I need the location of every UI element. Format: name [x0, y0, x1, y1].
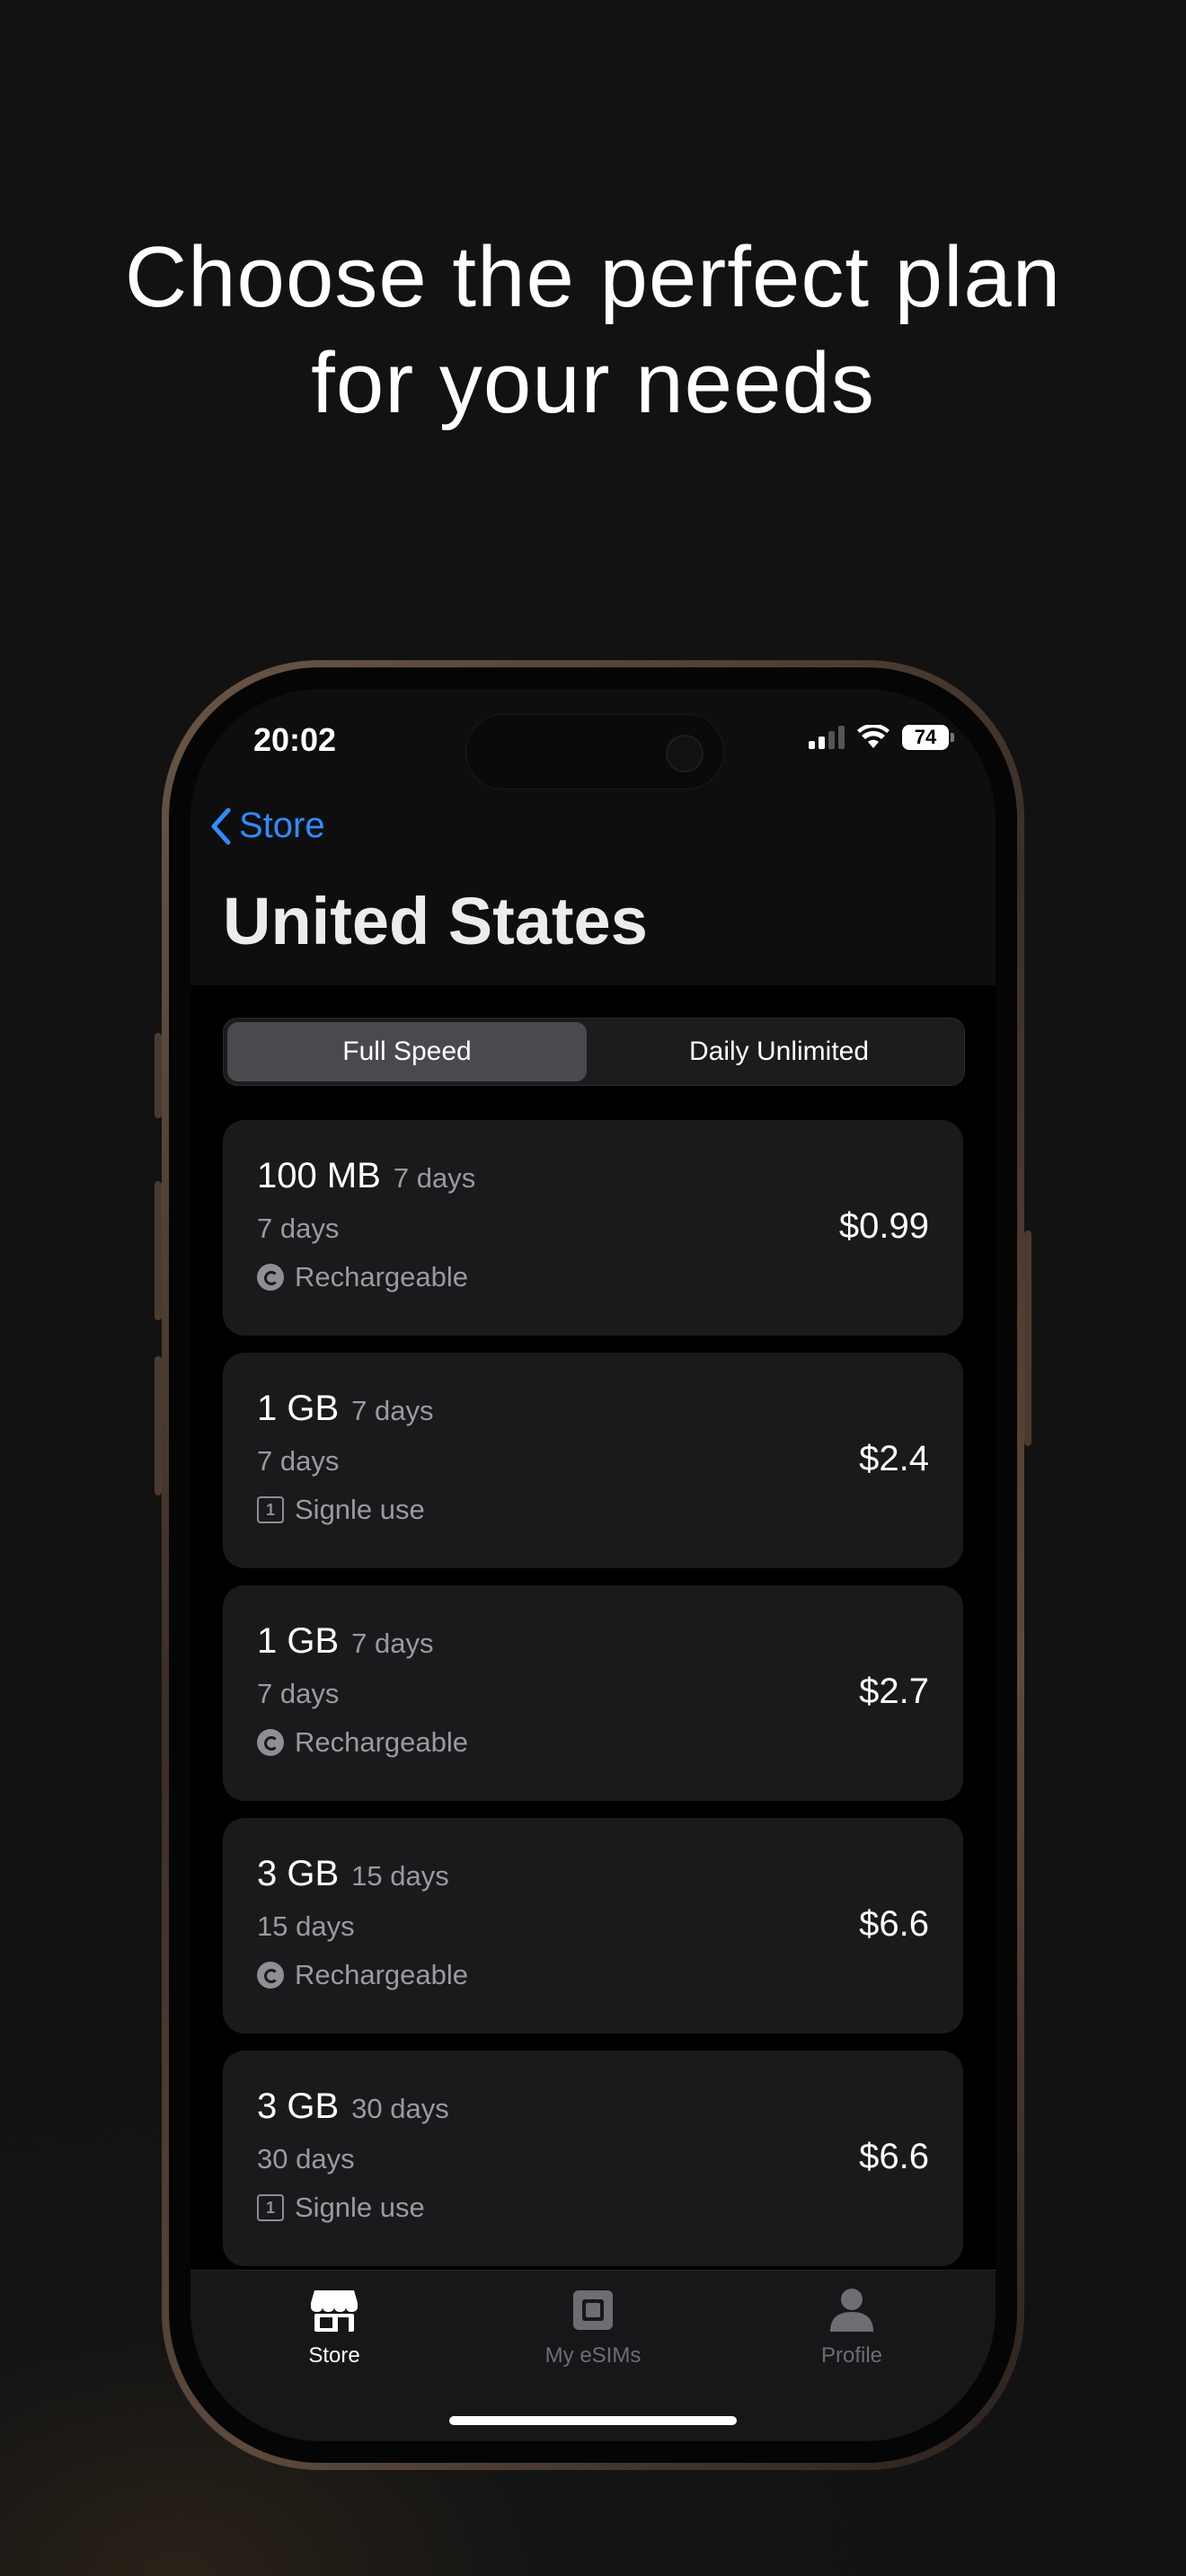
headline-line-1: Choose the perfect plan [124, 229, 1062, 325]
action-button [155, 1033, 162, 1118]
phone-screen: 20:02 74 Store United States Full Speed … [190, 689, 996, 2441]
back-button[interactable]: Store [207, 806, 325, 846]
plan-type: Rechargeable [257, 1726, 468, 1759]
plan-duration: 7 days [257, 1445, 340, 1477]
plan-card[interactable]: 3 GB 15 days 15 days Rechargeable $6.6 [223, 1818, 963, 2033]
recharge-icon [257, 1729, 284, 1756]
dynamic-island [465, 714, 724, 790]
plan-duration: 15 days [257, 1910, 355, 1942]
cellular-signal-icon [809, 726, 845, 749]
plan-data-amount: 100 MB 7 days [257, 1156, 476, 1195]
side-button [1024, 1231, 1031, 1446]
plan-data-amount: 3 GB 30 days [257, 2086, 449, 2126]
plan-validity: 15 days [351, 1860, 449, 1892]
plan-duration: 30 days [257, 2143, 355, 2175]
plan-card[interactable]: 1 GB 7 days 7 days 1 Signle use $2.4 [223, 1353, 963, 1568]
battery-tip [951, 733, 954, 742]
back-label: Store [239, 806, 325, 845]
tab-my-esims[interactable]: My eSIMs [503, 2287, 683, 2369]
plan-price: $0.99 [838, 1206, 929, 1246]
plan-data-amount: 1 GB 7 days [257, 1389, 434, 1428]
single-use-icon: 1 [257, 2194, 284, 2221]
plan-price: $2.7 [859, 1672, 929, 1711]
headline-line-2: for your needs [311, 335, 875, 431]
home-indicator [449, 2416, 737, 2425]
segment-full-speed[interactable]: Full Speed [227, 1022, 587, 1081]
recharge-icon [257, 1962, 284, 1989]
status-time: 20:02 [253, 721, 337, 758]
plan-duration: 7 days [257, 1213, 340, 1244]
single-use-icon: 1 [257, 1496, 284, 1523]
sim-card-icon [573, 2290, 613, 2330]
tab-profile[interactable]: Profile [762, 2287, 942, 2369]
plan-price: $6.6 [859, 1904, 929, 1944]
plan-type: Rechargeable [257, 1959, 468, 1991]
volume-down-button [155, 1356, 162, 1495]
plan-data-amount: 3 GB 15 days [257, 1854, 449, 1893]
plan-price: $2.4 [859, 1439, 929, 1478]
segment-daily-unlimited[interactable]: Daily Unlimited [599, 1022, 959, 1081]
plan-price: $6.6 [859, 2137, 929, 2176]
plan-validity: 7 days [393, 1162, 476, 1194]
tab-store[interactable]: Store [244, 2287, 424, 2369]
plan-duration: 7 days [257, 1678, 340, 1709]
wifi-icon [857, 725, 890, 748]
tab-label: Profile [820, 2343, 883, 2368]
status-indicators: 74 [809, 725, 954, 750]
plan-validity: 7 days [351, 1628, 434, 1659]
store-icon [311, 2290, 358, 2332]
page-title: United States [223, 884, 648, 958]
plan-validity: 7 days [351, 1395, 434, 1426]
plan-type: Rechargeable [257, 1261, 468, 1293]
tab-label: My eSIMs [544, 2343, 642, 2368]
battery-icon: 74 [902, 725, 949, 750]
person-icon [830, 2289, 873, 2332]
recharge-icon [257, 1264, 284, 1291]
plan-type: 1 Signle use [257, 1494, 425, 1526]
headline: Choose the perfect plan for your needs [0, 225, 1186, 437]
tab-label: Store [308, 2343, 360, 2368]
plan-card[interactable]: 3 GB 30 days 30 days 1 Signle use $6.6 [223, 2051, 963, 2266]
plan-card[interactable]: 1 GB 7 days 7 days Rechargeable $2.7 [223, 1585, 963, 1801]
camera-icon [666, 735, 704, 772]
plan-type: 1 Signle use [257, 2192, 425, 2224]
chevron-left-icon [211, 807, 231, 844]
plan-data-amount: 1 GB 7 days [257, 1621, 434, 1661]
volume-up-button [155, 1181, 162, 1320]
plan-type-segmented-control: Full Speed Daily Unlimited [223, 1018, 965, 1086]
plan-validity: 30 days [351, 2093, 449, 2124]
plan-card[interactable]: 100 MB 7 days 7 days Rechargeable $0.99 [223, 1120, 963, 1336]
